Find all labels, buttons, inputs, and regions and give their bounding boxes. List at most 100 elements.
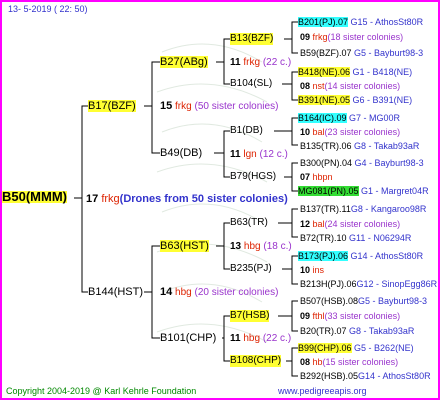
- gen4-num-7: 08: [300, 357, 311, 367]
- gen3-queen-7[interactable]: B108(CHP): [230, 355, 282, 367]
- gen1-info-0: 15 frkg (50 sister colonies): [160, 100, 278, 113]
- gen2-unit-0: frkg: [243, 57, 261, 68]
- gen4-b-3[interactable]: MG081(PN).05 G1 - Margret04R: [298, 185, 429, 197]
- gen4-a-note-1: G1 - B418(NE): [352, 67, 413, 77]
- gen4-a-id-4: B137(TR).11: [300, 204, 351, 214]
- gen3-queen-2[interactable]: B1(DB): [230, 125, 263, 137]
- gen4-midnote-1: (14 sister colonies): [324, 81, 401, 91]
- gen4-a-note-0: G15 - AthosSt80R: [350, 17, 424, 27]
- footer-copyright: Copyright 2004-2019 @ Karl Kehrle Founda…: [6, 386, 197, 396]
- gen3-queen-1[interactable]: B104(SL): [230, 78, 272, 90]
- gen4-num-1: 08: [300, 81, 311, 91]
- gen4-unit-4: bal: [312, 219, 325, 229]
- gen4-mid-7: 08 hb(15 sister colonies): [300, 356, 398, 368]
- gen4-a-id-0: B201(PJ).07: [298, 17, 349, 27]
- gen4-b-id-5: B213H(PJ).06: [300, 279, 357, 289]
- gen2-queen-2[interactable]: B63(HST): [160, 240, 209, 252]
- gen4-b-id-6: B20(TR).07: [300, 326, 347, 336]
- root-info: 17 frkg(Drones from 50 sister colonies): [86, 193, 288, 205]
- gen4-b-6[interactable]: B20(TR).07 G8 - Takab93aR: [300, 325, 414, 337]
- gen2-num-3: 11: [230, 333, 241, 344]
- gen2-queen-1[interactable]: B49(DB): [160, 147, 202, 159]
- gen4-a-id-3: B300(PN).04: [300, 158, 353, 168]
- gen1-unit-0: frkg: [175, 101, 192, 112]
- gen4-unit-3: hbpn: [312, 172, 333, 182]
- gen2-info-0: 11 frkg (22 c.): [230, 57, 291, 69]
- gen4-b-id-7: B292(HSB).05: [300, 371, 359, 381]
- gen4-b-note-2: G8 - Takab93aR: [354, 141, 420, 151]
- gen4-a-5[interactable]: B173(PJ).06 G14 - AthosSt80R: [298, 250, 423, 262]
- gen2-queen-0[interactable]: B27(ABg): [160, 56, 208, 68]
- gen4-unit-0: frkg: [312, 32, 328, 42]
- gen4-mid-1: 08 nst(14 sister colonies): [300, 80, 400, 92]
- gen1-unit-1: hbg: [175, 287, 192, 298]
- gen4-a-note-2: G7 - MG00R: [349, 113, 401, 123]
- gen4-mid-0: 09 frkg(18 sister colonies): [300, 31, 403, 43]
- gen4-b-1[interactable]: B391(NE).05 G6 - B391(NE): [298, 94, 412, 106]
- footer-url[interactable]: www.pedigreeapis.org: [278, 385, 367, 397]
- gen4-b-note-3: G1 - Margret04R: [361, 186, 429, 196]
- gen4-midnote-2: (23 sister colonies): [324, 127, 401, 137]
- gen3-queen-6[interactable]: B7(HSB): [230, 310, 270, 322]
- gen4-a-id-1: B418(NE).06: [298, 67, 351, 77]
- gen2-info-1: 11 lgn (12 c.): [230, 149, 288, 161]
- gen4-midnote-7: (15 sister colonies): [322, 357, 399, 367]
- gen4-b-note-0: G5 - Bayburt98-3: [354, 48, 424, 58]
- gen2-num-2: 13: [230, 241, 242, 252]
- gen1-num-0: 15: [160, 100, 173, 112]
- gen4-unit-2: bal: [312, 127, 325, 137]
- gen3-queen-4[interactable]: B63(TR): [230, 217, 268, 229]
- gen1-note-1: (20 sister colonies): [194, 287, 279, 298]
- gen4-num-5: 10: [300, 265, 311, 275]
- gen1-note-0: (50 sister colonies): [194, 101, 279, 112]
- gen4-b-0[interactable]: B59(BZF).07 G5 - Bayburt98-3: [300, 47, 423, 59]
- gen4-a-note-7: G5 - B262(NE): [354, 343, 414, 353]
- gen4-a-3[interactable]: B300(PN).04 G4 - Bayburt98-3: [300, 157, 424, 169]
- gen4-mid-6: 09 fthl(33 sister colonies): [300, 310, 400, 322]
- gen2-info-2: 13 hbg (18 c.): [230, 241, 292, 253]
- gen4-b-id-3: MG081(PN).05: [298, 186, 359, 196]
- gen1-queen-1[interactable]: B144(HST): [88, 286, 143, 298]
- gen2-info-3: 11 hbg (22 c.): [230, 333, 291, 345]
- gen4-num-0: 09: [300, 32, 311, 42]
- gen2-queen-3[interactable]: B101(CHP): [160, 332, 216, 344]
- gen4-mid-5: 10 ins: [300, 264, 324, 276]
- gen4-a-1[interactable]: B418(NE).06 G1 - B418(NE): [298, 66, 412, 78]
- gen4-a-note-3: G4 - Bayburt98-3: [354, 158, 424, 168]
- gen4-unit-5: ins: [312, 265, 325, 275]
- gen2-note-3: (22 c.): [262, 333, 292, 344]
- gen4-a-0[interactable]: B201(PJ).07 G15 - AthosSt80R: [298, 16, 423, 28]
- gen4-num-6: 09: [300, 311, 311, 321]
- gen4-b-5[interactable]: B213H(PJ).06G12 - SinopEgg86R: [300, 278, 437, 290]
- gen4-b-7[interactable]: B292(HSB).05G14 - AthosSt80R: [300, 370, 431, 382]
- gen2-unit-3: hbg: [243, 333, 261, 344]
- gen4-a-6[interactable]: B507(HSB).08G5 - Bayburt98-3: [300, 295, 427, 307]
- gen1-queen-0[interactable]: B17(BZF): [88, 100, 136, 112]
- gen4-b-id-1: B391(NE).05: [298, 95, 351, 105]
- gen1-num-1: 14: [160, 286, 173, 298]
- gen4-b-note-1: G6 - B391(NE): [352, 95, 413, 105]
- gen4-b-id-4: B72(TR).10: [300, 233, 347, 243]
- gen4-b-2[interactable]: B135(TR).06 G8 - Takab93aR: [300, 140, 419, 152]
- gen2-num-1: 11: [230, 149, 241, 160]
- root-queen[interactable]: B50(MMM): [2, 190, 67, 203]
- root-unit: frkg: [101, 193, 120, 205]
- gen4-a-4[interactable]: B137(TR).11G8 - Kangaroo98R: [300, 203, 426, 215]
- gen4-a-7[interactable]: B99(CHP).06 G5 - B262(NE): [298, 342, 414, 354]
- gen4-a-2[interactable]: B164(IC).09 G7 - MG00R: [298, 112, 400, 124]
- gen4-b-id-2: B135(TR).06: [300, 141, 352, 151]
- gen2-note-2: (18 c.): [263, 241, 292, 252]
- gen3-queen-5[interactable]: B235(PJ): [230, 263, 272, 275]
- gen4-a-note-6: G5 - Bayburt98-3: [358, 296, 428, 306]
- root-note: (Drones from 50 sister colonies): [119, 193, 288, 205]
- gen4-a-id-7: B99(CHP).06: [298, 343, 352, 353]
- gen2-unit-1: lgn: [243, 149, 257, 160]
- gen4-mid-3: 07 hbpn: [300, 171, 333, 183]
- gen3-queen-3[interactable]: B79(HGS): [230, 171, 276, 183]
- gen3-queen-0[interactable]: B13(BZF): [230, 33, 274, 45]
- gen4-b-4[interactable]: B72(TR).10 G11 - N06294R: [300, 232, 411, 244]
- gen4-mid-4: 12 bal(24 sister colonies): [300, 218, 400, 230]
- gen4-b-note-6: G8 - Takab93aR: [349, 326, 415, 336]
- gen4-num-3: 07: [300, 172, 311, 182]
- gen4-midnote-4: (24 sister colonies): [324, 219, 401, 229]
